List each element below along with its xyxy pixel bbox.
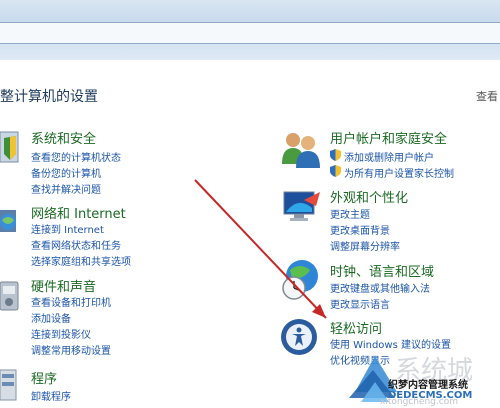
link-add-remove-users[interactable]: 添加或删除用户帐户 <box>344 149 434 164</box>
view-by-label[interactable]: 查看 <box>476 88 498 104</box>
link-parental-controls[interactable]: 为所有用户设置家长控制 <box>344 165 454 180</box>
programs-icon[interactable] <box>0 366 24 404</box>
link-change-theme[interactable]: 更改主题 <box>330 206 370 221</box>
link-uninstall-program[interactable]: 卸载程序 <box>31 388 71 403</box>
link-mobility-settings[interactable]: 调整常用移动设置 <box>31 342 111 357</box>
watermark-text: xitongcheng.com <box>380 397 458 407</box>
link-view-computer-status[interactable]: 查看您的计算机状态 <box>31 149 121 164</box>
link-screen-resolution[interactable]: 调整屏幕分辨率 <box>330 238 400 253</box>
link-connect-projector[interactable]: 连接到投影仪 <box>31 326 91 341</box>
category-title-hardware[interactable]: 硬件和声音 <box>31 276 96 295</box>
link-windows-suggested-settings[interactable]: 使用 Windows 建议的设置 <box>330 336 451 351</box>
link-add-device[interactable]: 添加设备 <box>31 310 71 325</box>
category-title-network[interactable]: 网络和 Internet <box>31 203 126 222</box>
system-security-icon[interactable] <box>0 128 24 166</box>
window-toolbar <box>0 0 500 60</box>
category-title-ease[interactable]: 轻松访问 <box>330 318 382 337</box>
link-devices-printers[interactable]: 查看设备和打印机 <box>31 294 111 309</box>
category-title-clock[interactable]: 时钟、语言和区域 <box>330 261 434 280</box>
category-title-users[interactable]: 用户帐户和家庭安全 <box>330 128 447 147</box>
page-title: 整计算机的设置 <box>0 89 98 105</box>
link-network-status[interactable]: 查看网络状态和任务 <box>31 237 121 252</box>
appearance-monitor-icon[interactable] <box>282 190 322 226</box>
link-connect-internet[interactable]: 连接到 Internet <box>31 221 104 236</box>
network-globe-icon[interactable] <box>0 204 24 242</box>
user-accounts-icon[interactable] <box>280 130 320 170</box>
link-homegroup[interactable]: 选择家庭组和共享选项 <box>31 253 131 268</box>
address-bar[interactable] <box>0 22 500 44</box>
clock-globe-icon[interactable] <box>280 258 322 302</box>
ease-of-access-icon[interactable] <box>280 318 320 358</box>
link-display-language[interactable]: 更改显示语言 <box>330 296 390 311</box>
link-keyboard-input[interactable]: 更改键盘或其他输入法 <box>330 280 430 295</box>
watermark-text: 织梦内容管理系统 <box>388 380 468 391</box>
uac-shield-icon <box>330 149 341 161</box>
link-troubleshoot[interactable]: 查找并解决问题 <box>31 181 101 196</box>
category-title-programs[interactable]: 程序 <box>31 368 57 387</box>
link-backup-computer[interactable]: 备份您的计算机 <box>31 165 101 180</box>
printer-sound-icon[interactable] <box>0 276 24 316</box>
uac-shield-icon <box>330 165 341 177</box>
category-title-appearance[interactable]: 外观和个性化 <box>330 187 408 206</box>
link-desktop-background[interactable]: 更改桌面背景 <box>330 222 390 237</box>
category-title-system[interactable]: 系统和安全 <box>31 128 96 147</box>
